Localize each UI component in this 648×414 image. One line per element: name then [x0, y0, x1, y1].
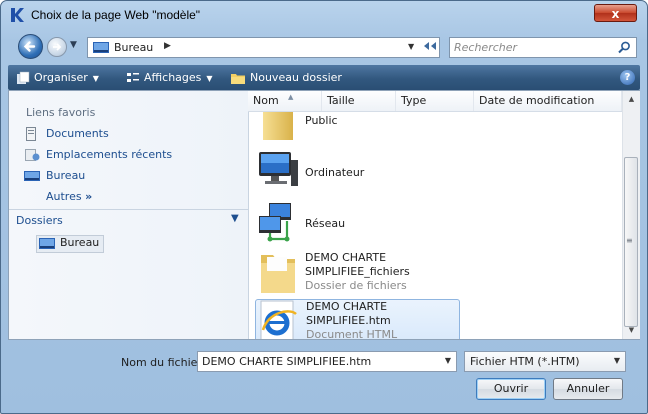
help-icon[interactable]: ?	[620, 70, 635, 85]
column-type-label: Type	[401, 94, 427, 107]
cancel-button[interactable]: Annuler	[553, 378, 623, 400]
sidebar-item-documents[interactable]: Documents	[24, 125, 109, 143]
sidebar-more-link[interactable]: Autres »	[46, 188, 92, 206]
breadcrumb-separator-icon[interactable]: ▶	[164, 41, 171, 51]
search-box[interactable]	[449, 37, 637, 58]
vertical-scrollbar[interactable]: ▲ ≡ ▼	[622, 91, 640, 339]
address-bar[interactable]: Bureau ▶ ▼	[87, 37, 440, 58]
folders-header[interactable]: Dossiers ▼	[9, 209, 248, 232]
network-icon	[259, 203, 291, 242]
forward-button[interactable]	[47, 37, 67, 57]
views-icon	[127, 73, 139, 82]
list-item[interactable]: Ordinateur	[255, 150, 460, 194]
views-caret-icon: ▼	[206, 74, 213, 83]
filename-label: Nom du fichier :	[121, 356, 210, 369]
desktop-icon	[39, 237, 55, 249]
forward-arrow-icon	[53, 43, 62, 51]
address-dropdown-icon[interactable]: ▼	[408, 42, 414, 51]
file-type: Dossier de fichiers	[305, 279, 407, 292]
file-name: Ordinateur	[305, 166, 365, 179]
favorites-heading: Liens favoris	[26, 106, 96, 119]
filetype-select[interactable]: Fichier HTM (*.HTM) ▼	[464, 351, 626, 372]
organize-icon	[17, 71, 30, 84]
column-date-modified[interactable]: Date de modification	[474, 91, 622, 111]
column-name-label: Nom	[253, 94, 279, 107]
back-button[interactable]	[18, 34, 43, 59]
column-name[interactable]: ▲ Nom	[248, 91, 322, 111]
file-type: Document HTML	[306, 328, 398, 339]
filetype-value: Fichier HTM (*.HTM)	[470, 355, 580, 368]
list-item[interactable]: Public	[255, 112, 460, 142]
folder-icon	[261, 255, 295, 293]
address-row: ▼ Bureau ▶ ▼	[1, 31, 647, 61]
more-chevron-icon: »	[85, 190, 93, 203]
list-item[interactable]: DEMO CHARTE SIMPLIFIEE_fichiers Dossier …	[255, 251, 460, 299]
file-name: Réseau	[305, 217, 346, 230]
window-title: Choix de la page Web "modèle"	[31, 8, 201, 22]
more-label: Autres	[46, 190, 82, 203]
filename-dropdown-icon[interactable]: ▼	[445, 356, 451, 365]
command-toolbar: Organiser ▼ Affichages ▼ Nouveau dossier ?	[8, 65, 640, 90]
file-name: DEMO CHARTE	[306, 300, 388, 313]
app-logo-icon	[11, 8, 24, 22]
file-name-line2: SIMPLIFIEE.htm	[306, 314, 391, 327]
sort-ascending-icon: ▲	[288, 93, 294, 101]
folders-heading: Dossiers	[16, 214, 63, 227]
tree-item-desktop[interactable]: Bureau	[36, 235, 105, 253]
file-name: Public	[305, 114, 338, 127]
filename-input[interactable]	[202, 354, 432, 369]
documents-icon	[26, 127, 36, 141]
views-label: Affichages	[144, 71, 202, 84]
recent-pages-chevron-icon[interactable]: ▼	[70, 40, 77, 50]
new-folder-button[interactable]: Nouveau dossier	[230, 65, 342, 90]
new-folder-icon	[231, 74, 245, 84]
file-name: DEMO CHARTE	[305, 251, 387, 264]
folders-chevron-down-icon[interactable]: ▼	[231, 213, 239, 224]
search-input[interactable]	[454, 40, 614, 55]
file-name-line2: SIMPLIFIEE_fichiers	[305, 265, 410, 278]
new-folder-label: Nouveau dossier	[250, 71, 342, 84]
organize-label: Organiser	[34, 71, 88, 84]
views-menu[interactable]: Affichages ▼	[126, 65, 213, 90]
filetype-dropdown-icon[interactable]: ▼	[614, 356, 620, 365]
file-list: Public Ordinateur Réseau DEMO CHARTE SIM…	[248, 112, 622, 339]
tree-item-label: Bureau	[60, 236, 100, 249]
desktop-icon	[93, 42, 109, 53]
list-item[interactable]: Réseau	[255, 202, 460, 246]
folder-icon	[263, 112, 293, 140]
title-bar: Choix de la page Web "modèle" x	[1, 1, 647, 29]
organize-menu[interactable]: Organiser ▼	[16, 65, 99, 90]
close-button[interactable]: x	[594, 4, 637, 22]
computer-icon	[259, 152, 298, 186]
list-item-selected[interactable]: DEMO CHARTE SIMPLIFIEE.htm Document HTML	[255, 299, 460, 339]
scroll-down-icon[interactable]: ▼	[623, 322, 640, 339]
ie-html-icon	[260, 300, 297, 339]
recent-places-icon	[25, 149, 40, 161]
scroll-grip-icon: ≡	[626, 236, 633, 245]
open-button[interactable]: Ouvrir	[476, 378, 546, 400]
navigation-pane: Liens favoris Documents Emplacements réc…	[9, 91, 249, 339]
sidebar-item-label: Bureau	[46, 169, 86, 182]
back-arrow-icon	[23, 41, 36, 52]
desktop-icon	[24, 171, 40, 181]
address-location[interactable]: Bureau	[114, 41, 153, 54]
search-icon[interactable]	[616, 40, 632, 55]
column-headers: ▲ Nom Taille Type Date de modification	[248, 91, 622, 112]
refresh-icon[interactable]	[420, 40, 440, 54]
sidebar-item-label: Documents	[46, 127, 109, 140]
browser-panel: Liens favoris Documents Emplacements réc…	[8, 90, 640, 340]
column-date-label: Date de modification	[479, 94, 595, 107]
sidebar-item-desktop[interactable]: Bureau	[24, 167, 85, 185]
sidebar-item-label: Emplacements récents	[46, 148, 173, 161]
filename-combobox[interactable]: ▼	[197, 351, 457, 372]
scroll-up-icon[interactable]: ▲	[623, 91, 640, 108]
column-size[interactable]: Taille	[322, 91, 396, 111]
sidebar-item-recent-places[interactable]: Emplacements récents	[24, 146, 172, 164]
dialog-window: Choix de la page Web "modèle" x ▼ Bureau…	[0, 0, 648, 414]
organize-caret-icon: ▼	[92, 74, 99, 83]
column-type[interactable]: Type	[396, 91, 474, 111]
column-size-label: Taille	[327, 94, 355, 107]
